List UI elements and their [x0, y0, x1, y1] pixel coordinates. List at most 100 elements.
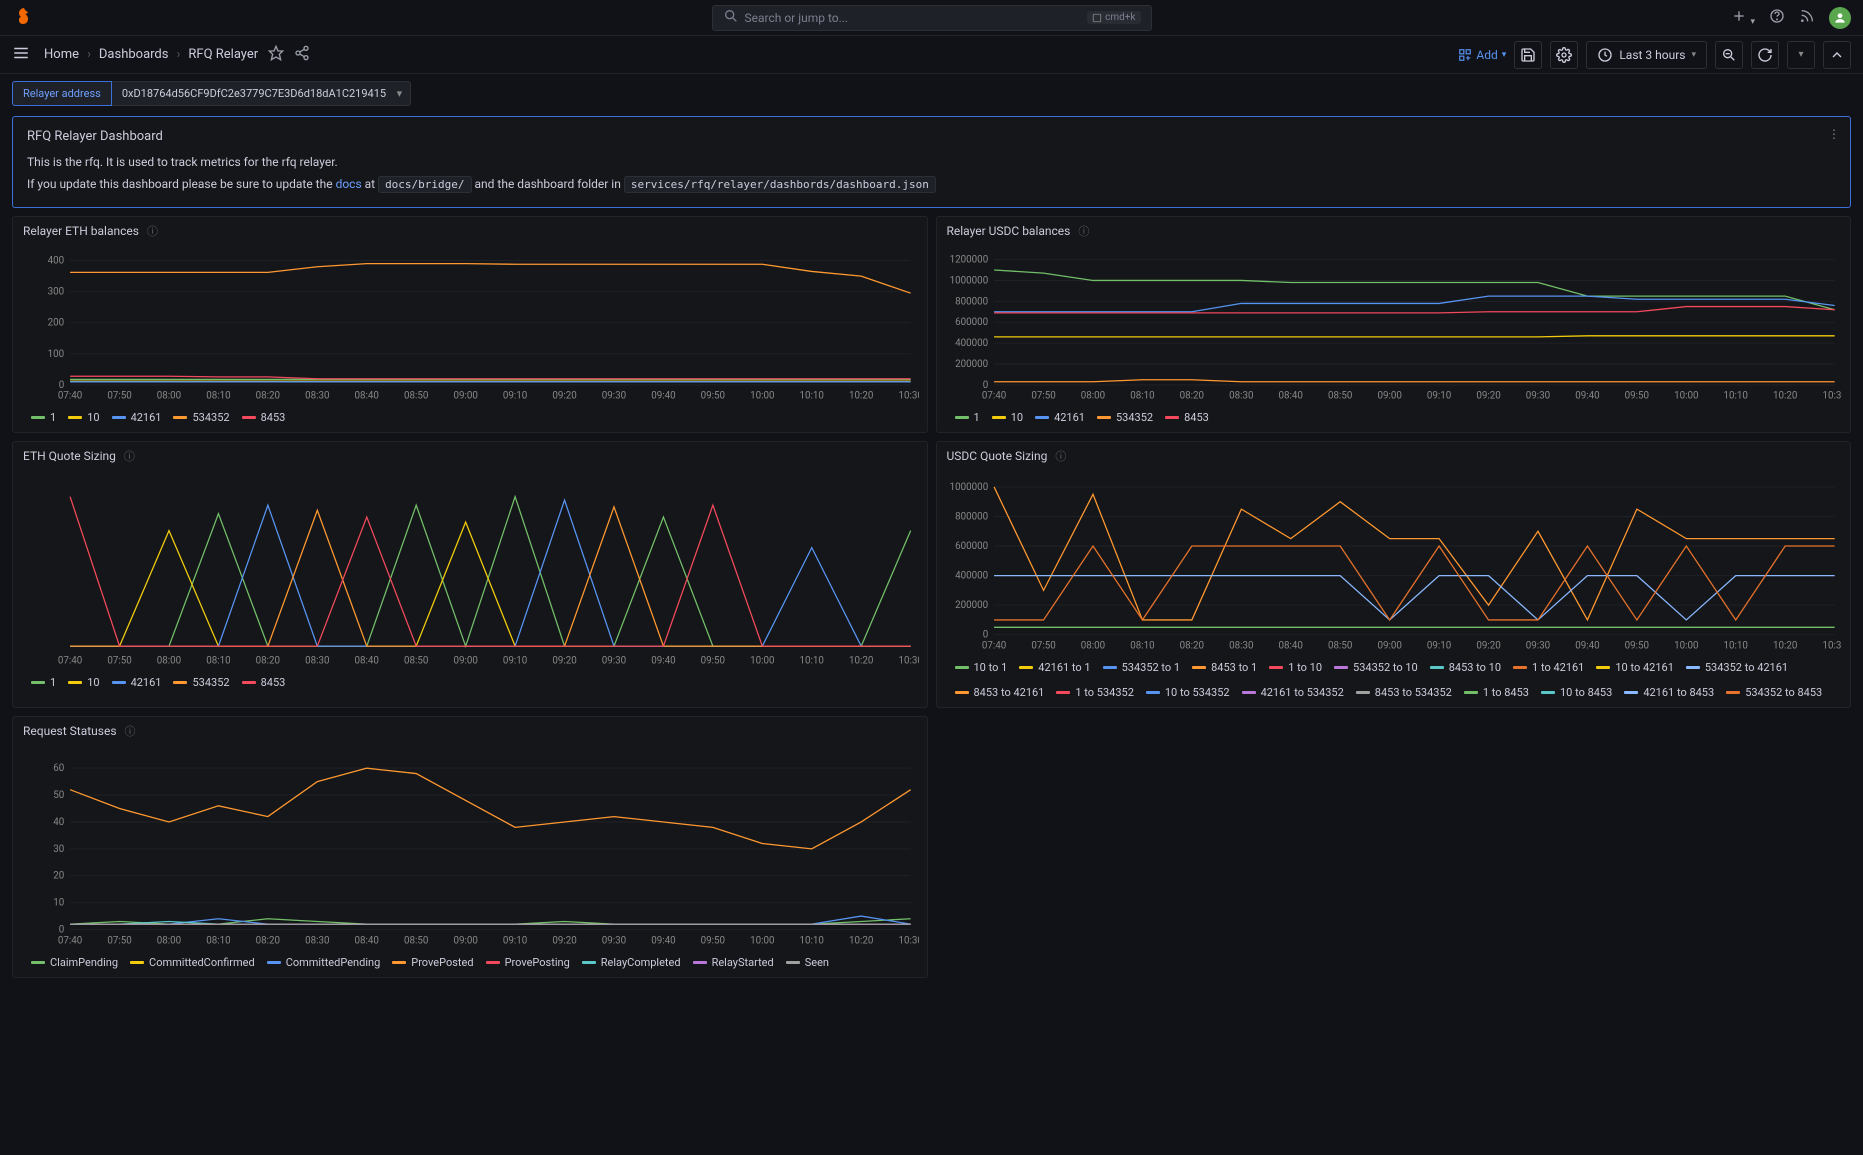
- legend-item[interactable]: 534352 to 8453: [1726, 686, 1822, 699]
- legend-item[interactable]: CommittedPending: [267, 956, 381, 969]
- panel-usdc-quote[interactable]: USDC Quote Sizing ⓘ 02000004000006000008…: [936, 441, 1852, 708]
- save-button[interactable]: [1514, 41, 1542, 69]
- svg-text:08:40: 08:40: [355, 935, 379, 946]
- legend-item[interactable]: 8453 to 42161: [955, 686, 1045, 699]
- panel-menu-icon[interactable]: ⋮: [1824, 123, 1844, 145]
- share-icon[interactable]: [294, 45, 310, 64]
- svg-text:10:10: 10:10: [1723, 391, 1747, 402]
- avatar[interactable]: [1829, 7, 1851, 29]
- panel-request-statuses[interactable]: Request Statuses ⓘ 010203040506007:4007:…: [12, 716, 928, 978]
- variable-bar: Relayer address 0xD18764d56CF9DfC2e3779C…: [0, 74, 1863, 112]
- legend-item[interactable]: CommittedConfirmed: [130, 956, 255, 969]
- legend-item[interactable]: Seen: [786, 956, 829, 969]
- legend-item[interactable]: 8453: [1165, 411, 1209, 424]
- legend-item[interactable]: 10: [68, 676, 99, 689]
- legend-item[interactable]: 1 to 534352: [1056, 686, 1134, 699]
- legend-item[interactable]: 8453 to 534352: [1356, 686, 1452, 699]
- grafana-logo-icon[interactable]: [12, 6, 36, 30]
- legend-item[interactable]: 10 to 1: [955, 661, 1008, 674]
- legend-item[interactable]: 42161: [112, 676, 162, 689]
- legend-item[interactable]: 10 to 42161: [1596, 661, 1674, 674]
- time-range-button[interactable]: Last 3 hours ▾: [1586, 41, 1707, 69]
- variable-select[interactable]: 0xD18764d56CF9DfC2e3779C7E3D6d18dA1C2194…: [112, 81, 411, 106]
- panel-eth-balances[interactable]: Relayer ETH balances ⓘ 010020030040007:4…: [12, 216, 928, 433]
- svg-text:08:50: 08:50: [1328, 391, 1352, 402]
- legend-item[interactable]: 8453: [242, 676, 286, 689]
- legend-item[interactable]: 1 to 8453: [1464, 686, 1529, 699]
- info-icon[interactable]: ⓘ: [125, 723, 136, 739]
- zoom-out-button[interactable]: [1715, 41, 1743, 69]
- legend-item[interactable]: ProvePosting: [486, 956, 570, 969]
- chart-request-statuses: 010203040506007:4007:5008:0008:1008:2008…: [21, 749, 919, 949]
- legend-item[interactable]: 8453: [242, 411, 286, 424]
- legend-item[interactable]: 10: [68, 411, 99, 424]
- info-icon[interactable]: ⓘ: [1055, 448, 1066, 464]
- toolbar-right: Add ▾ Last 3 hours ▾ ▾: [1458, 41, 1851, 69]
- svg-text:0: 0: [59, 380, 65, 391]
- legend-item[interactable]: 42161: [1035, 411, 1085, 424]
- svg-text:30: 30: [53, 844, 64, 855]
- legend-item[interactable]: 10 to 8453: [1541, 686, 1612, 699]
- legend-item[interactable]: 534352 to 42161: [1686, 661, 1788, 674]
- svg-text:09:40: 09:40: [1575, 641, 1599, 652]
- plus-icon[interactable]: ▾: [1731, 8, 1755, 27]
- svg-text:09:10: 09:10: [503, 655, 527, 666]
- legend-item[interactable]: ClaimPending: [31, 956, 118, 969]
- svg-text:200000: 200000: [955, 600, 988, 611]
- chart-usdc-quote: 0200000400000600000800000100000007:4007:…: [945, 474, 1843, 654]
- legend-item[interactable]: 42161: [112, 411, 162, 424]
- legend-item[interactable]: 42161 to 1: [1019, 661, 1090, 674]
- docs-link[interactable]: docs: [336, 177, 362, 191]
- star-icon[interactable]: [268, 45, 284, 64]
- legend-item[interactable]: 534352 to 10: [1334, 661, 1418, 674]
- legend-item[interactable]: 1 to 42161: [1513, 661, 1584, 674]
- legend-item[interactable]: 8453 to 1: [1192, 661, 1257, 674]
- info-icon[interactable]: ⓘ: [1078, 223, 1089, 239]
- legend-item[interactable]: 1: [31, 411, 56, 424]
- add-button[interactable]: Add ▾: [1458, 48, 1506, 62]
- settings-button[interactable]: [1550, 41, 1578, 69]
- svg-text:08:40: 08:40: [355, 655, 379, 666]
- legend-item[interactable]: 1 to 10: [1269, 661, 1322, 674]
- refresh-button[interactable]: [1751, 41, 1779, 69]
- legend-item[interactable]: 534352: [1097, 411, 1153, 424]
- legend-item[interactable]: RelayCompleted: [582, 956, 681, 969]
- crumb-current[interactable]: RFQ Relayer: [188, 47, 258, 62]
- panel-title: Relayer USDC balances: [947, 224, 1071, 238]
- legend-item[interactable]: 42161 to 8453: [1624, 686, 1714, 699]
- svg-text:10:10: 10:10: [1723, 641, 1747, 652]
- refresh-dropdown[interactable]: ▾: [1787, 41, 1815, 69]
- svg-text:09:10: 09:10: [503, 935, 527, 946]
- info-icon[interactable]: ⓘ: [147, 223, 158, 239]
- legend-item[interactable]: 534352 to 1: [1103, 661, 1181, 674]
- legend-item[interactable]: 10: [992, 411, 1023, 424]
- legend-item[interactable]: 1: [31, 676, 56, 689]
- svg-text:07:40: 07:40: [981, 641, 1005, 652]
- crumb-home[interactable]: Home: [44, 47, 79, 62]
- panel-eth-quote[interactable]: ETH Quote Sizing ⓘ 07:4007:5008:0008:100…: [12, 441, 928, 708]
- collapse-button[interactable]: [1823, 41, 1851, 69]
- svg-text:400: 400: [48, 256, 65, 267]
- info-icon[interactable]: ⓘ: [124, 448, 135, 464]
- legend-item[interactable]: 10 to 534352: [1146, 686, 1230, 699]
- legend-item[interactable]: RelayStarted: [693, 956, 774, 969]
- svg-text:50: 50: [53, 790, 64, 801]
- panel-usdc-balances[interactable]: Relayer USDC balances ⓘ 0200000400000600…: [936, 216, 1852, 433]
- search-input[interactable]: Search or jump to... cmd+k: [712, 5, 1152, 31]
- svg-text:07:40: 07:40: [58, 935, 82, 946]
- legend-item[interactable]: ProvePosted: [392, 956, 473, 969]
- menu-icon[interactable]: [12, 44, 30, 65]
- svg-text:0: 0: [982, 380, 988, 391]
- legend-item[interactable]: 42161 to 534352: [1242, 686, 1344, 699]
- legend-item[interactable]: 534352: [173, 411, 229, 424]
- legend-item[interactable]: 8453 to 10: [1430, 661, 1501, 674]
- svg-text:20: 20: [53, 871, 64, 882]
- svg-text:09:10: 09:10: [503, 391, 527, 402]
- legend-item[interactable]: 1: [955, 411, 980, 424]
- crumb-dashboards[interactable]: Dashboards: [99, 47, 169, 62]
- rss-icon[interactable]: [1799, 8, 1815, 27]
- help-icon[interactable]: [1769, 8, 1785, 27]
- legend-item[interactable]: 534352: [173, 676, 229, 689]
- svg-text:09:30: 09:30: [1525, 391, 1549, 402]
- svg-text:08:20: 08:20: [1179, 641, 1203, 652]
